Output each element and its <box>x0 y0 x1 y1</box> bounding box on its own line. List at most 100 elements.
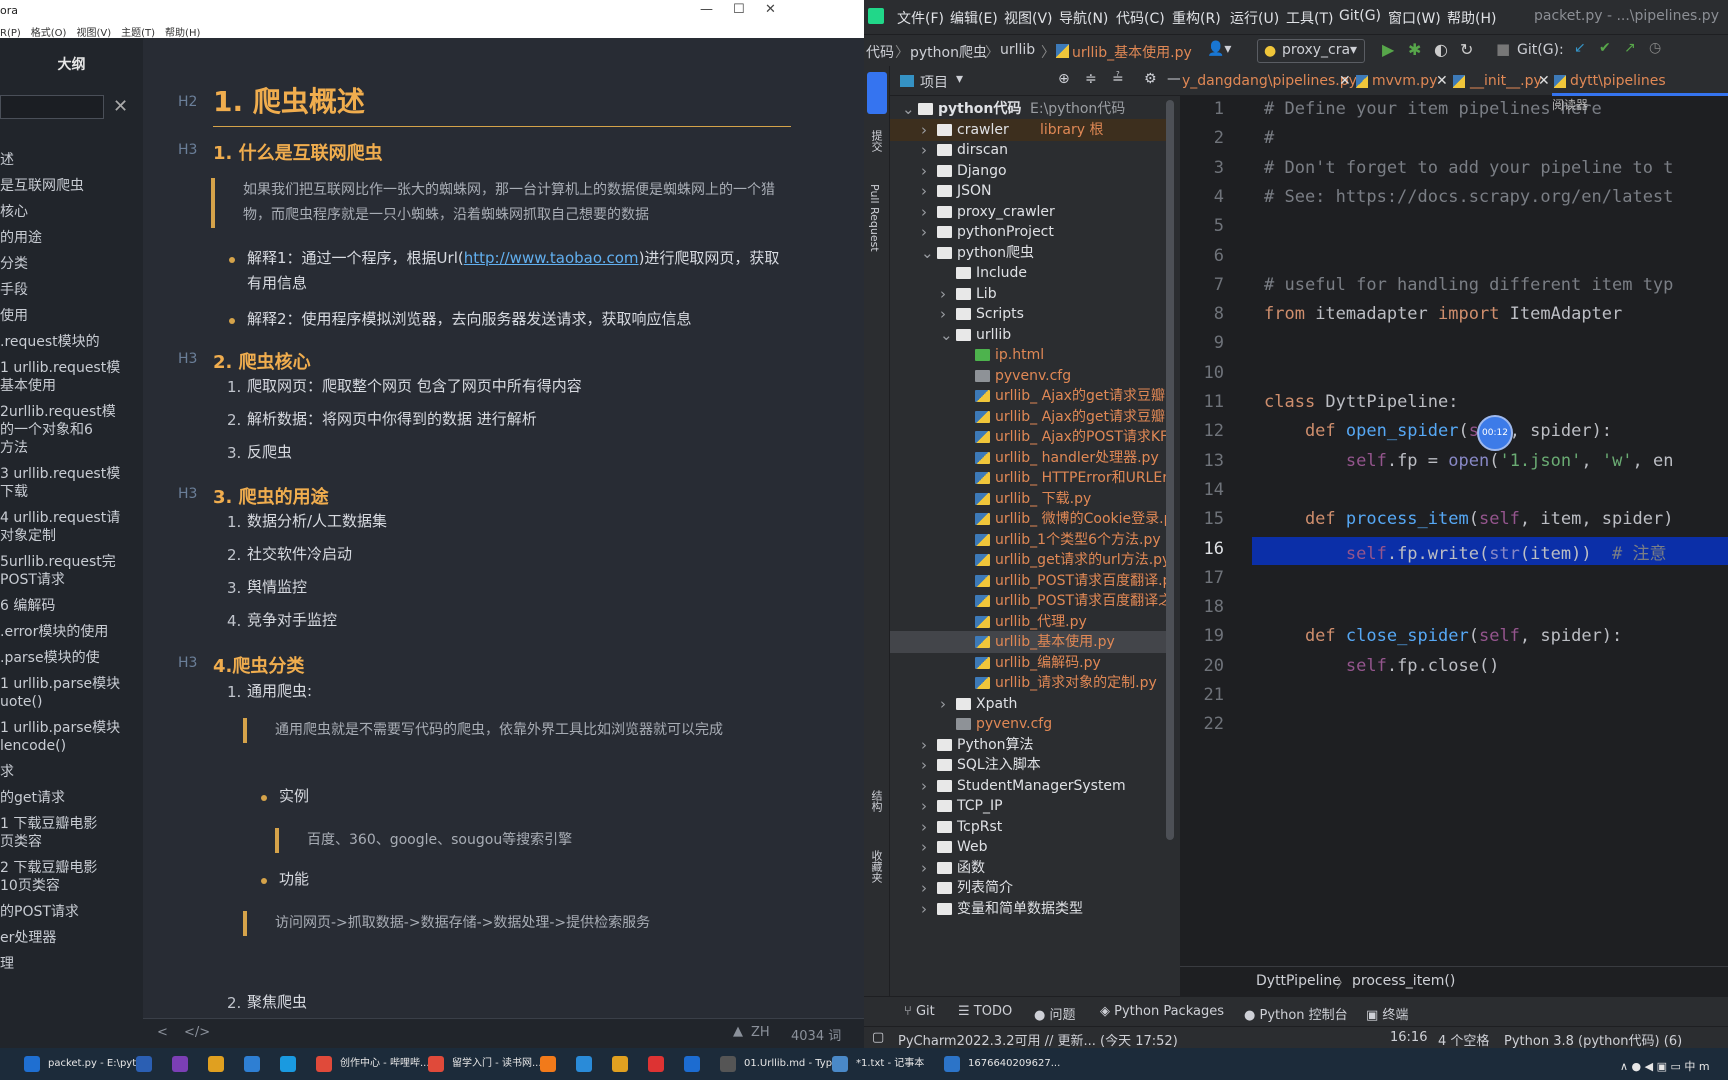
taskbar-item[interactable] <box>646 1053 666 1075</box>
chevron-right-icon[interactable]: › <box>921 898 927 920</box>
user-icon[interactable]: 👤▾ <box>1207 41 1231 57</box>
outline-item[interactable]: 1 下载豆瓣电影 页类容 <box>0 815 143 851</box>
chevron-down-icon[interactable]: ⌄ <box>940 324 953 346</box>
close-button[interactable]: ✕ <box>765 2 776 17</box>
project-tool-button[interactable] <box>867 72 887 114</box>
outline-item[interactable]: 核心 <box>0 203 143 221</box>
back-button[interactable]: < <box>157 1025 168 1040</box>
profile-icon[interactable]: ↻ <box>1460 40 1473 59</box>
chevron-right-icon[interactable]: › <box>921 734 927 756</box>
code-line[interactable]: # Don't forget to add your pipeline to t <box>1264 158 1673 178</box>
outline-item[interactable]: 是互联网爬虫 <box>0 177 143 195</box>
tree-node[interactable]: urllib_1个类型6个方法.py <box>890 529 1166 551</box>
tree-node[interactable]: › 函数 <box>890 857 1166 879</box>
menu-item[interactable]: 文件(F) <box>897 8 944 28</box>
taskbar-item[interactable]: 创作中心 - 哔哩哔... <box>314 1053 430 1075</box>
pull-request-tool-button[interactable]: Pull Request <box>868 184 881 252</box>
bookmarks-tool-button[interactable]: 收藏夹 <box>868 850 884 883</box>
menu-item[interactable]: 导航(N) <box>1059 8 1108 28</box>
git-tool-button[interactable]: ⑂ Git <box>904 1004 935 1019</box>
outline-search-input[interactable] <box>0 95 104 119</box>
todo-tool-button[interactable]: ☰ TODO <box>958 1004 1012 1019</box>
menu-item[interactable]: 重构(R) <box>1172 8 1221 28</box>
hide-icon[interactable]: — <box>1167 71 1181 87</box>
tree-node[interactable]: › Lib <box>890 283 1166 305</box>
code-content[interactable]: # Define your item pipelines here # # Don'… <box>1252 96 1728 966</box>
source-mode-button[interactable]: </> <box>184 1025 210 1040</box>
recording-timer[interactable]: 00:12 <box>1477 415 1513 451</box>
structure-tool-button[interactable]: 结构 <box>868 790 884 812</box>
outline-item[interactable]: 求 <box>0 763 143 781</box>
chevron-right-icon[interactable]: › <box>921 201 927 223</box>
outline-item[interactable]: .request模块的 <box>0 333 143 351</box>
outline-item[interactable]: 的用途 <box>0 229 143 247</box>
tree-node[interactable]: › JSON <box>890 180 1166 202</box>
code-line[interactable]: from itemadapter import ItemAdapter <box>1264 304 1622 324</box>
tree-node[interactable]: › StudentManagerSystem <box>890 775 1166 797</box>
taskbar-item[interactable] <box>538 1053 558 1075</box>
outline-item[interactable]: .parse模块的使 <box>0 649 143 667</box>
tree-node[interactable]: urllib_get请求的url方法.py <box>890 549 1166 571</box>
outline-item[interactable]: 3 urllib.request模 下载 <box>0 465 143 501</box>
taskbar-item[interactable]: 1676640209627... <box>942 1053 1060 1075</box>
tree-node[interactable]: urllib_代理.py <box>890 611 1166 633</box>
tree-node[interactable]: urllib_ 微博的Cookie登录.py <box>890 508 1166 530</box>
tree-node[interactable]: › pythonProject <box>890 221 1166 243</box>
tree-node[interactable]: urllib_请求对象的定制.py <box>890 672 1166 694</box>
tree-node[interactable]: › TCP_IP <box>890 795 1166 817</box>
menu-item[interactable]: 帮助(H) <box>165 24 200 39</box>
gear-icon[interactable]: ⚙ <box>1144 71 1157 87</box>
python-packages-tool-button[interactable]: ◈ Python Packages <box>1100 1004 1224 1019</box>
chevron-right-icon[interactable]: › <box>921 857 927 879</box>
tree-node[interactable]: urllib_ 下载.py <box>890 488 1166 510</box>
outline-item[interactable]: 6 编解码 <box>0 597 143 615</box>
commit-tool-button[interactable]: 提交 <box>868 130 884 152</box>
chevron-right-icon[interactable]: › <box>921 775 927 797</box>
chevron-right-icon[interactable]: › <box>921 139 927 161</box>
chevron-right-icon[interactable]: › <box>921 221 927 243</box>
expand-all-icon[interactable]: ≑ <box>1085 71 1097 87</box>
taskbar-item[interactable] <box>682 1053 702 1075</box>
tree-node[interactable]: › Python算法 <box>890 734 1166 756</box>
git-commit-icon[interactable]: ✔ <box>1599 40 1611 56</box>
menu-item[interactable]: Git(G) <box>1339 8 1381 24</box>
tree-node[interactable]: pyvenv.cfg <box>890 713 1166 735</box>
git-update-icon[interactable]: ↙ <box>1574 40 1586 56</box>
tree-node[interactable]: › Scripts <box>890 303 1166 325</box>
editor-tab[interactable]: __init__.py <box>1470 73 1542 89</box>
code-line[interactable]: class DyttPipeline: <box>1264 392 1458 412</box>
breadcrumb-item[interactable]: urllib_基本使用.py <box>1072 42 1192 62</box>
chevron-right-icon[interactable]: › <box>921 160 927 182</box>
code-line[interactable]: self.fp = open('1.json', 'w', en <box>1264 451 1674 471</box>
tree-node[interactable]: urllib_基本使用.py <box>890 631 1166 653</box>
tree-node[interactable]: urllib_ Ajax的POST请求KFC.py <box>890 426 1166 448</box>
outline-item[interactable]: 手段 <box>0 281 143 299</box>
editor-tab[interactable]: mvvm.py <box>1372 73 1437 89</box>
taskbar-item[interactable] <box>170 1053 190 1075</box>
breadcrumb-item[interactable]: 代码 <box>866 42 894 62</box>
git-history-icon[interactable]: ◷ <box>1649 40 1661 56</box>
tree-node[interactable]: ⌄ urllib <box>890 324 1166 346</box>
stop-icon[interactable]: ■ <box>1496 40 1510 58</box>
indent-setting[interactable]: 4 个空格 <box>1438 1030 1489 1049</box>
chevron-right-icon[interactable]: › <box>921 816 927 838</box>
taskbar-item[interactable] <box>206 1053 226 1075</box>
outline-item[interactable]: 2 下载豆瓣电影 10页类容 <box>0 859 143 895</box>
system-tray[interactable]: ∧ ● ◀ ▣ ▭ 中 m <box>1620 1058 1710 1074</box>
tree-node[interactable]: ⌄ python爬虫 <box>890 242 1166 264</box>
menu-item[interactable]: 视图(V) <box>76 24 111 39</box>
taskbar-item[interactable] <box>134 1053 154 1075</box>
outline-item[interactable]: 1 urllib.parse模块 lencode() <box>0 719 143 755</box>
maximize-button[interactable]: ☐ <box>733 2 745 17</box>
chevron-right-icon[interactable]: › <box>940 693 946 715</box>
code-line[interactable]: self.fp.close() <box>1264 656 1500 676</box>
tree-node[interactable]: › Django <box>890 160 1166 182</box>
code-line[interactable]: # See: https://docs.scrapy.org/en/latest <box>1264 187 1673 207</box>
outline-item[interactable]: 1 urllib.parse模块 uote() <box>0 675 143 711</box>
collapse-all-icon[interactable]: ≟ <box>1112 71 1124 87</box>
locate-icon[interactable]: ⊕ <box>1058 71 1070 87</box>
outline-item[interactable]: 的get请求 <box>0 789 143 807</box>
chevron-right-icon[interactable]: › <box>921 119 927 141</box>
chevron-right-icon[interactable]: › <box>921 877 927 899</box>
tree-node[interactable]: › Web <box>890 836 1166 858</box>
